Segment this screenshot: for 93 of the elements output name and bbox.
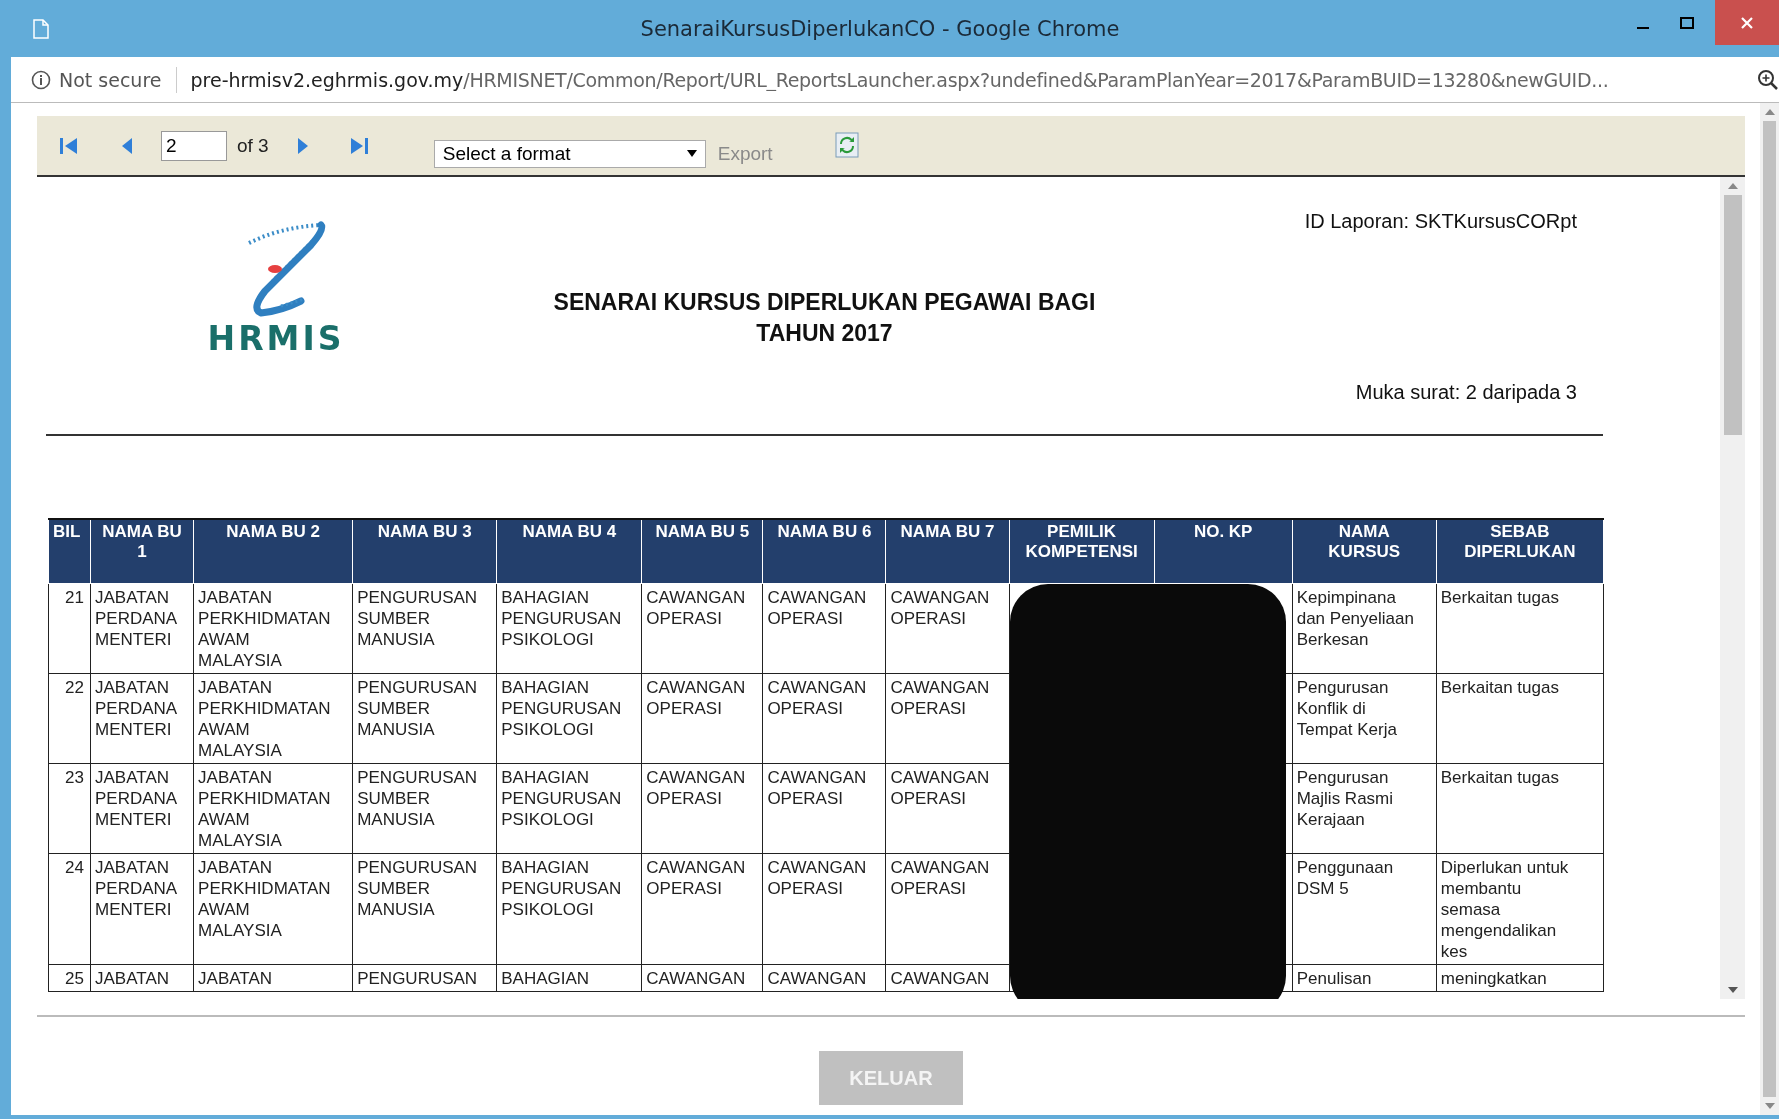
previous-page-icon[interactable] <box>121 135 133 156</box>
column-header: NAMA BU 7 <box>885 519 1010 583</box>
table-cell: CAWANGAN OPERASI <box>885 583 1010 673</box>
table-cell: CAWANGAN <box>885 964 1010 991</box>
table-cell: Berkaitan tugas <box>1436 763 1604 853</box>
table-cell: Berkaitan tugas <box>1436 583 1604 673</box>
table-cell: BAHAGIAN PENGURUSAN PSIKOLOGI <box>496 673 642 763</box>
table-cell: CAWANGAN OPERASI <box>885 763 1010 853</box>
column-header: NAMA BU 4 <box>496 519 642 583</box>
table-cell: CAWANGAN OPERASI <box>885 853 1010 964</box>
table-cell: BAHAGIAN PENGURUSAN PSIKOLOGI <box>496 583 642 673</box>
table-cell: meningkatkan <box>1436 964 1604 991</box>
column-header: PEMILIK KOMPETENSI <box>1009 519 1155 583</box>
info-icon[interactable] <box>31 69 51 90</box>
table-cell: JABATAN PERKHIDMATAN AWAM MALAYSIA <box>193 673 353 763</box>
table-cell: CAWANGAN OPERASI <box>885 673 1010 763</box>
report-title: SENARAI KURSUS DIPERLUKAN PEGAWAI BAGI TAHUN 2017 <box>552 288 1097 348</box>
refresh-icon[interactable] <box>834 131 859 158</box>
scroll-thumb[interactable] <box>1763 121 1776 1097</box>
zoom-icon[interactable] <box>1757 68 1779 91</box>
page-scrollbar[interactable] <box>1760 103 1779 1115</box>
table-cell: 24 <box>48 853 91 964</box>
column-header: BIL <box>48 519 91 583</box>
column-header: NAMA BU 3 <box>352 519 497 583</box>
table-cell: CAWANGAN OPERASI <box>762 853 886 964</box>
table-cell: 25 <box>48 964 91 991</box>
window-title: SenaraiKursusDiperlukanCO - Google Chrome <box>639 16 1121 41</box>
minimize-icon <box>1637 27 1649 29</box>
table-cell: PENGURUSAN SUMBER MANUSIA <box>352 673 497 763</box>
table-cell: Berkaitan tugas <box>1436 673 1604 763</box>
table-cell: CAWANGAN OPERASI <box>762 763 886 853</box>
table-cell: 22 <box>48 673 91 763</box>
column-header: NAMA BU 5 <box>641 519 763 583</box>
table-cell: CAWANGAN <box>762 964 886 991</box>
table-cell: PENGURUSAN <box>352 964 497 991</box>
table-cell: CAWANGAN OPERASI <box>641 853 763 964</box>
table-cell: JABATAN <box>193 964 353 991</box>
table-cell: JABATAN PERDANA MENTERI <box>90 673 194 763</box>
table-cell: BAHAGIAN PENGURUSAN PSIKOLOGI <box>496 853 642 964</box>
table-cell: PENGURUSAN SUMBER MANUSIA <box>352 853 497 964</box>
column-header: SEBAB DIPERLUKAN <box>1436 519 1604 583</box>
table-cell: Diperlukan untuk membantu semasa mengendalikan kes <box>1436 853 1604 964</box>
table-cell: CAWANGAN <box>641 964 763 991</box>
table-cell: JABATAN PERKHIDMATAN AWAM MALAYSIA <box>193 583 353 673</box>
column-header: NAMA BU 1 <box>90 519 194 583</box>
table-cell: JABATAN <box>90 964 194 991</box>
format-dropdown[interactable]: Select a format <box>433 139 706 168</box>
table-cell: CAWANGAN OPERASI <box>641 673 763 763</box>
table-cell: JABATAN PERDANA MENTERI <box>90 583 194 673</box>
scroll-up-icon <box>1727 183 1738 189</box>
close-icon <box>1740 15 1754 30</box>
security-label: Not secure <box>59 68 162 91</box>
address-field[interactable]: pre-hrmisv2.eghrmis.gov.my/HRMISNET/Common/Report/URL_ReportsLauncher.aspx?undefined&ParamPlanYear=2017&ParamBUID=13280&newGUID... <box>190 68 1749 91</box>
table-cell: JABATAN PERDANA MENTERI <box>90 763 194 853</box>
column-header: NAMA BU 6 <box>762 519 886 583</box>
table-cell: BAHAGIAN <box>496 964 642 991</box>
next-page-icon[interactable] <box>296 135 309 156</box>
close-button[interactable] <box>1715 0 1779 45</box>
report-scrollbar[interactable] <box>1720 177 1745 999</box>
maximize-icon <box>1680 16 1694 29</box>
table-cell: BAHAGIAN PENGURUSAN PSIKOLOGI <box>496 763 642 853</box>
table-cell: Kepimpinana dan Penyeliaan Berkesan <box>1292 583 1437 673</box>
table-cell: JABATAN PERDANA MENTERI <box>90 853 194 964</box>
column-header: NAMA KURSUS <box>1292 519 1437 583</box>
logo-text: HRMIS <box>207 319 345 358</box>
report-id: ID Laporan: SKTKursusCORpt <box>1304 210 1578 233</box>
page-info: Muka surat: 2 daripada 3 <box>1355 380 1578 404</box>
table-cell: JABATAN PERKHIDMATAN AWAM MALAYSIA <box>193 853 353 964</box>
table-cell: CAWANGAN OPERASI <box>641 583 763 673</box>
dropdown-arrow-icon <box>686 150 697 157</box>
column-header: NO. KP <box>1154 519 1293 583</box>
table-cell: PENGURUSAN SUMBER MANUSIA <box>352 763 497 853</box>
table-cell: PENGURUSAN SUMBER MANUSIA <box>352 583 497 673</box>
table-cell: Pengurusan Majlis Rasmi Kerajaan <box>1292 763 1437 853</box>
scroll-down-icon <box>1764 1103 1775 1109</box>
table-cell: CAWANGAN OPERASI <box>762 583 886 673</box>
last-page-icon[interactable] <box>348 135 369 156</box>
page-count: of 3 <box>237 134 269 157</box>
first-page-icon[interactable] <box>59 135 79 156</box>
column-header: NAMA BU 2 <box>193 519 353 583</box>
table-cell: Penggunaan DSM 5 <box>1292 853 1437 964</box>
page-number-field[interactable]: 2 <box>161 130 227 161</box>
page-icon <box>33 18 49 39</box>
table-cell: JABATAN PERKHIDMATAN AWAM MALAYSIA <box>193 763 353 853</box>
scroll-thumb[interactable] <box>1723 195 1742 435</box>
table-cell: Pengurusan Konflik di Tempat Kerja <box>1292 673 1437 763</box>
table-cell: CAWANGAN OPERASI <box>641 763 763 853</box>
table-cell: 23 <box>48 763 91 853</box>
scroll-up-icon <box>1764 109 1775 115</box>
table-cell: CAWANGAN OPERASI <box>762 673 886 763</box>
table-cell: 21 <box>48 583 91 673</box>
scroll-down-icon <box>1727 987 1738 993</box>
table-cell: Penulisan <box>1292 964 1437 991</box>
